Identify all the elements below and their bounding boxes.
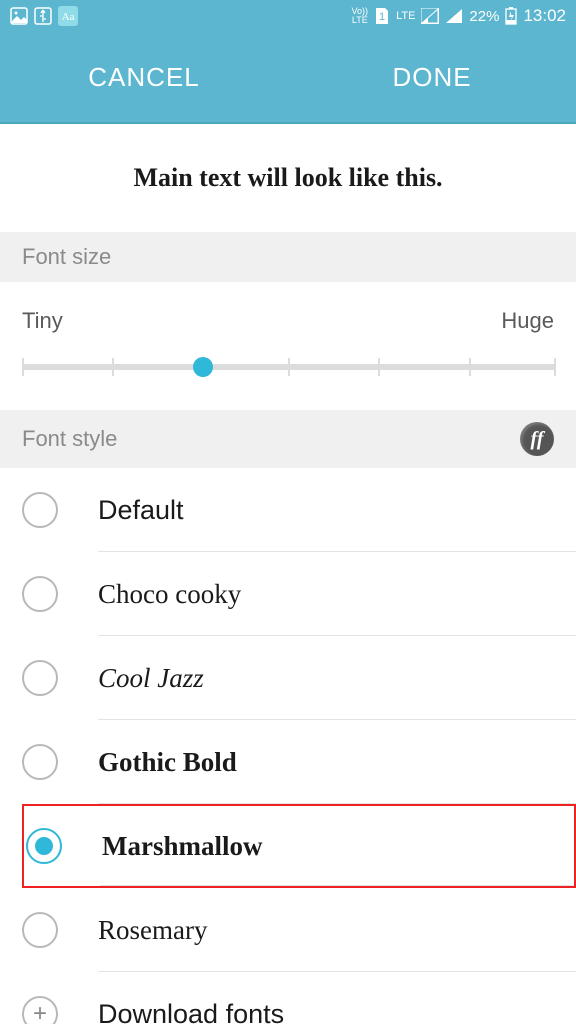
clock: 13:02 bbox=[523, 6, 566, 26]
preview-area: Main text will look like this. bbox=[0, 124, 576, 232]
cancel-button[interactable]: CANCEL bbox=[0, 32, 288, 122]
font-option-marshmallow[interactable]: Marshmallow bbox=[22, 804, 576, 888]
font-label: Rosemary bbox=[98, 915, 207, 946]
plus-icon: + bbox=[22, 996, 58, 1024]
font-label: Marshmallow bbox=[102, 831, 262, 862]
download-fonts[interactable]: + Download fonts bbox=[22, 972, 576, 1024]
slider-max-label: Huge bbox=[501, 308, 554, 334]
signal-1-icon bbox=[421, 8, 439, 24]
volte-indicator: Vo))LTE bbox=[352, 7, 369, 25]
section-header-font-style: Font style ff bbox=[0, 410, 576, 468]
battery-charging-icon bbox=[505, 7, 517, 25]
radio-icon bbox=[22, 492, 58, 528]
picture-icon bbox=[10, 7, 28, 25]
slider-min-label: Tiny bbox=[22, 308, 63, 334]
font-option-cool-jazz[interactable]: Cool Jazz bbox=[22, 636, 576, 720]
lte-indicator: LTE bbox=[396, 10, 415, 22]
status-bar: Aa Vo))LTE 1 LTE 22% 13:02 bbox=[0, 0, 576, 32]
font-option-gothic-bold[interactable]: Gothic Bold bbox=[22, 720, 576, 804]
font-label: Choco cooky bbox=[98, 579, 241, 610]
radio-icon bbox=[22, 660, 58, 696]
flipfont-icon[interactable]: ff bbox=[520, 422, 554, 456]
font-label: Gothic Bold bbox=[98, 747, 237, 778]
font-style-list: Default Choco cooky Cool Jazz Gothic Bold Ma… bbox=[0, 468, 576, 1024]
radio-icon bbox=[26, 828, 62, 864]
svg-text:Aa: Aa bbox=[62, 11, 75, 23]
font-app-icon: Aa bbox=[58, 6, 78, 26]
font-option-choco-cooky[interactable]: Choco cooky bbox=[22, 552, 576, 636]
slider-thumb[interactable] bbox=[193, 357, 213, 377]
usb-icon bbox=[34, 7, 52, 25]
font-label: Default bbox=[98, 495, 184, 526]
preview-text: Main text will look like this. bbox=[133, 163, 442, 193]
font-option-rosemary[interactable]: Rosemary bbox=[22, 888, 576, 972]
divider bbox=[100, 885, 574, 886]
radio-icon bbox=[22, 576, 58, 612]
download-label: Download fonts bbox=[98, 999, 284, 1024]
battery-percentage: 22% bbox=[469, 8, 499, 25]
done-button[interactable]: DONE bbox=[288, 32, 576, 122]
radio-icon bbox=[22, 912, 58, 948]
section-header-font-size: Font size bbox=[0, 232, 576, 282]
font-option-default[interactable]: Default bbox=[22, 468, 576, 552]
sim-icon: 1 bbox=[374, 7, 390, 25]
svg-text:1: 1 bbox=[379, 11, 385, 23]
action-bar: CANCEL DONE bbox=[0, 32, 576, 124]
font-size-slider[interactable] bbox=[22, 364, 554, 370]
radio-icon bbox=[22, 744, 58, 780]
font-label: Cool Jazz bbox=[98, 663, 204, 694]
font-size-slider-area: Tiny Huge bbox=[0, 282, 576, 410]
signal-2-icon bbox=[445, 8, 463, 24]
